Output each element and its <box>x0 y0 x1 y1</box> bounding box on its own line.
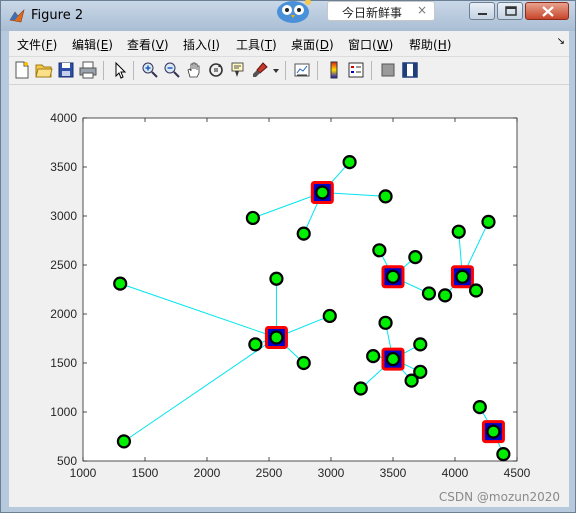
y-tick-label: 3000 <box>50 209 77 223</box>
menu-file[interactable]: 文件(F) <box>17 36 57 53</box>
new-figure-icon[interactable] <box>13 61 31 79</box>
data-point <box>451 224 466 239</box>
y-tick-label: 2000 <box>50 307 77 321</box>
menubar-overflow-icon[interactable]: ↘ <box>557 36 565 47</box>
maximize-button[interactable] <box>497 2 523 20</box>
menu-edit[interactable]: 编辑(E) <box>72 36 113 53</box>
minimize-button[interactable] <box>469 2 495 20</box>
zoom-out-icon[interactable] <box>163 61 181 79</box>
data-cursor-icon[interactable] <box>229 61 247 79</box>
data-point <box>322 308 337 324</box>
show-plot-tools-icon[interactable] <box>401 61 419 79</box>
data-point <box>413 337 428 352</box>
y-tick-label: 500 <box>57 454 77 468</box>
menu-tools[interactable]: 工具(T) <box>236 36 277 53</box>
x-tick-label: 3000 <box>318 466 345 480</box>
menu-window[interactable]: 窗口(W) <box>348 36 393 53</box>
figure-canvas: 1000 1500 2000 2500 3000 3500 4000 4500 500 1000 1… <box>9 85 569 507</box>
x-tick-label: 1500 <box>132 466 159 480</box>
toolbar-separator <box>133 61 134 80</box>
hide-plot-tools-icon[interactable] <box>379 61 397 79</box>
y-tick-label: 4000 <box>50 111 77 125</box>
data-point <box>472 400 487 415</box>
data-point <box>468 283 484 298</box>
data-point <box>372 243 387 258</box>
figure-toolbar <box>9 57 569 85</box>
menu-view[interactable]: 查看(V) <box>127 36 169 53</box>
open-file-icon[interactable] <box>35 61 53 79</box>
menu-help[interactable]: 帮助(H) <box>409 36 451 53</box>
zoom-in-icon[interactable] <box>141 61 159 79</box>
data-point <box>353 381 368 396</box>
rotate-3d-icon[interactable] <box>207 61 225 79</box>
data-point <box>385 351 401 367</box>
data-point <box>296 355 311 371</box>
data-point <box>421 286 437 301</box>
toolbar-separator <box>103 61 104 80</box>
brush-dropdown-icon[interactable] <box>271 61 281 79</box>
y-tick-label: 2500 <box>50 258 77 272</box>
minimize-icon <box>478 13 487 15</box>
window-title: Figure 2 <box>31 8 84 23</box>
x-tick-label: 2000 <box>194 466 221 480</box>
x-tick-label: 1000 <box>70 466 97 480</box>
menu-insert[interactable]: 插入(I) <box>183 36 220 53</box>
brush-icon[interactable] <box>251 61 269 79</box>
legend-icon[interactable] <box>347 61 365 79</box>
data-point <box>296 226 311 241</box>
browser-tab-close-button[interactable]: × <box>417 3 427 17</box>
data-point <box>455 269 470 284</box>
plot-axes-box <box>82 117 518 462</box>
title-bar[interactable]: Figure 2 今日新鲜事 × <box>1 0 575 31</box>
data-point <box>437 288 453 303</box>
pan-icon[interactable] <box>185 61 203 79</box>
cluster-scatter-plot[interactable]: 1000 1500 2000 2500 3000 3500 4000 450050010001… <box>9 85 569 507</box>
data-point <box>378 315 393 330</box>
x-tick-label: 4000 <box>442 466 469 480</box>
figure-window: Figure 2 今日新鲜事 × 文件(F) 编辑(E) 查看(V) 插入(I)… <box>0 0 576 513</box>
browser-tab[interactable]: 今日新鲜事 × <box>327 1 435 21</box>
y-tick-label: 3500 <box>50 160 77 174</box>
menu-desktop[interactable]: 桌面(D) <box>291 36 334 53</box>
close-icon <box>542 6 554 17</box>
browser-tab-label: 今日新鲜事 <box>342 6 403 20</box>
data-point <box>315 185 330 200</box>
pointer-icon[interactable] <box>111 61 129 79</box>
x-tick-label: 4500 <box>504 466 531 480</box>
data-point <box>248 337 263 352</box>
matlab-logo-icon <box>9 9 25 23</box>
toolbar-separator <box>371 61 372 80</box>
toolbar-separator <box>285 61 286 80</box>
data-point <box>113 276 128 291</box>
x-tick-label: 2500 <box>256 466 283 480</box>
data-point <box>269 271 284 286</box>
y-tick-label: 1500 <box>50 356 77 370</box>
y-tick-label: 1000 <box>50 405 77 419</box>
close-button[interactable] <box>525 2 569 20</box>
data-point <box>404 373 419 388</box>
menu-bar: 文件(F) 编辑(E) 查看(V) 插入(I) 工具(T) 桌面(D) 窗口(W… <box>9 31 569 57</box>
data-point <box>408 250 423 265</box>
data-point <box>116 434 132 449</box>
toolbar-separator <box>317 61 318 80</box>
data-point <box>486 424 501 439</box>
x-tick-label: 3500 <box>380 466 407 480</box>
data-point <box>342 154 357 170</box>
data-point <box>378 189 393 204</box>
print-icon[interactable] <box>79 61 97 79</box>
data-point <box>269 330 284 345</box>
data-point <box>385 269 401 284</box>
owl-mascot-icon <box>277 0 311 23</box>
data-point <box>481 214 496 229</box>
data-point <box>366 349 381 364</box>
save-icon[interactable] <box>57 61 75 79</box>
colorbar-icon[interactable] <box>325 61 343 79</box>
data-point <box>245 210 260 226</box>
maximize-icon <box>505 6 517 16</box>
data-point <box>496 447 511 462</box>
link-plot-icon[interactable] <box>293 61 311 79</box>
watermark: CSDN @mozun2020 <box>438 490 560 504</box>
